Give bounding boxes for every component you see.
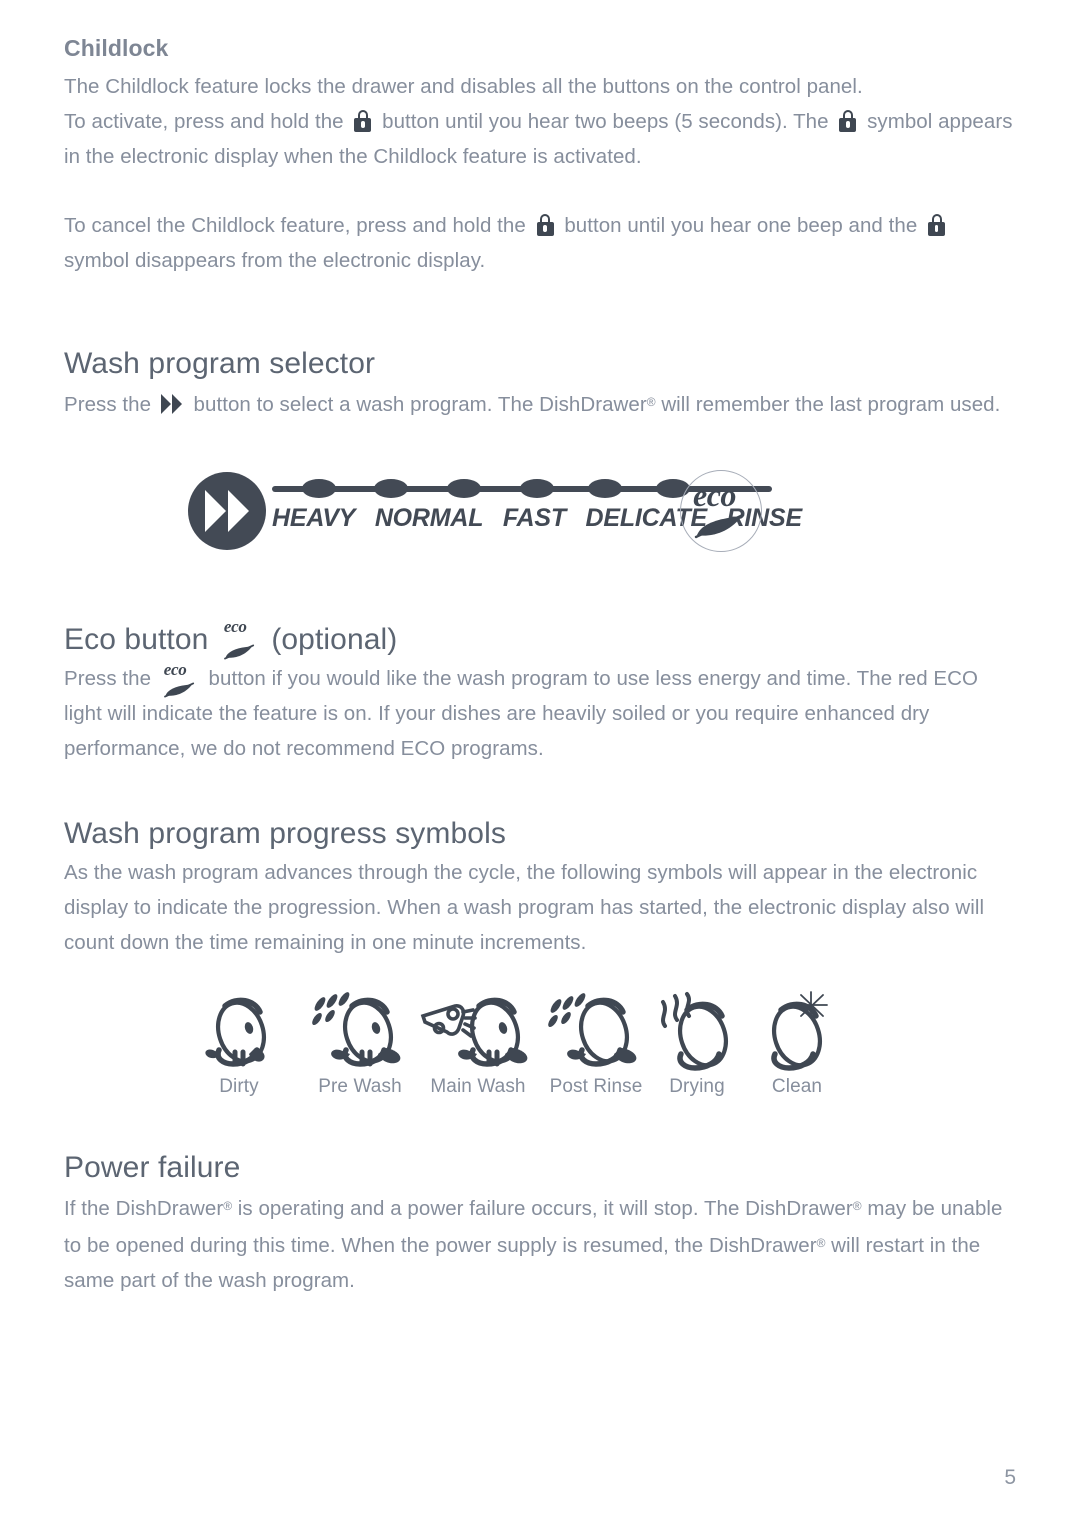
leaf-icon: [163, 675, 197, 710]
leaf-icon: [693, 511, 749, 546]
progress-symbol-pre-wash: Pre Wash: [300, 984, 420, 1098]
selector-body-post: will remember the last program used.: [655, 392, 1001, 416]
page-number: 5: [1004, 1466, 1016, 1489]
eco-heading-pre: Eco button: [64, 622, 209, 656]
program-label-normal: NORMAL: [374, 503, 484, 532]
padlock-icon: [536, 213, 554, 236]
program-indicator-dot-fast: [447, 478, 481, 498]
manual-page: Childlock The Childlock feature locks th…: [0, 0, 1080, 1532]
double-chevron-icon: [160, 393, 184, 414]
program-indicator-dot-delicate: [520, 478, 554, 498]
pf-1: If the DishDrawer: [64, 1196, 224, 1220]
program-indicator-dot-rinse: [588, 478, 622, 498]
childlock-heading: Childlock: [64, 35, 169, 61]
childlock-para1-mid: button until you hear two beeps (5 secon…: [382, 109, 829, 133]
childlock-paragraph-2: To cancel the Childlock feature, press a…: [64, 208, 1016, 278]
program-indicator-dot-heavy: [302, 478, 336, 498]
chevron-right-icon: [228, 489, 249, 532]
page-content: Childlock The Childlock feature locks th…: [64, 34, 1016, 1298]
clean-plate-sparkle-icon: [737, 984, 857, 1076]
wash-program-select-button[interactable]: [188, 471, 266, 550]
program-indicator-dot-normal: [374, 478, 408, 498]
wash-program-selector-graphic: HEAVY NORMAL FAST DELICATE RINSE eco: [64, 462, 1016, 572]
childlock-para1-line1: The Childlock feature locks the drawer a…: [64, 74, 863, 98]
program-label-heavy: HEAVY: [272, 503, 356, 532]
progress-symbol-dirty: Dirty: [179, 984, 299, 1098]
wash-program-selector-body: Press the button to select a wash progra…: [64, 385, 1016, 422]
childlock-para2-post: symbol disappears from the electronic di…: [64, 248, 486, 272]
childlock-para2-mid: button until you hear one beep and the: [564, 213, 918, 237]
progress-symbol-main-wash: Main Wash: [418, 984, 538, 1098]
leaf-icon: [223, 632, 257, 671]
eco-body-post: button if you would like the wash progra…: [64, 666, 979, 760]
padlock-icon: [928, 213, 946, 236]
padlock-icon: [354, 109, 372, 132]
progress-label-pre-wash: Pre Wash: [318, 1075, 402, 1097]
childlock-para1-pre: To activate, press and hold the: [64, 109, 344, 133]
progress-symbols-row: Dirty Pre Wash Main Wash Post Rinse Dryi…: [64, 984, 1016, 1114]
progress-symbol-clean: Clean: [737, 984, 857, 1098]
eco-body-pre: Press the: [64, 666, 152, 690]
progress-label-main-wash: Main Wash: [430, 1075, 526, 1097]
progress-label-clean: Clean: [771, 1075, 823, 1097]
main-wash-plate-brush-icon: [418, 984, 538, 1076]
registered-mark: ®: [852, 1198, 862, 1213]
eco-button-body: Press the eco button if you would like t…: [64, 661, 1016, 766]
eco-leaf-icon: eco: [160, 661, 200, 698]
program-label-fast: FAST: [502, 503, 566, 532]
eco-heading-post: (optional): [271, 622, 398, 656]
registered-mark: ®: [223, 1198, 233, 1213]
eco-leaf-badge-icon[interactable]: eco: [680, 469, 762, 552]
childlock-paragraph-1: The Childlock feature locks the drawer a…: [64, 69, 1016, 174]
pf-2: is operating and a power failure occurs,…: [232, 1196, 853, 1220]
selector-body-pre: Press the: [64, 392, 152, 416]
dirty-plate-icon: [179, 984, 299, 1076]
chevron-right-icon: [205, 489, 226, 532]
power-failure-body: If the DishDrawer® is operating and a po…: [64, 1189, 1016, 1298]
progress-symbols-heading: Wash program progress symbols: [64, 816, 506, 850]
progress-label-dirty: Dirty: [219, 1075, 259, 1097]
progress-symbols-body: As the wash program advances through the…: [64, 860, 985, 954]
eco-button-heading: Eco button eco (optional): [64, 618, 1016, 660]
registered-mark: ®: [646, 394, 656, 409]
selector-body-mid: button to select a wash program. The Dis…: [193, 392, 647, 416]
power-failure-heading: Power failure: [64, 1150, 241, 1184]
pre-wash-plate-icon: [300, 984, 420, 1076]
eco-badge-text: eco: [693, 476, 736, 513]
childlock-para2-pre: To cancel the Childlock feature, press a…: [64, 213, 526, 237]
padlock-icon: [839, 109, 857, 132]
eco-leaf-icon: eco: [220, 618, 260, 660]
wash-program-selector-heading: Wash program selector: [64, 346, 376, 380]
